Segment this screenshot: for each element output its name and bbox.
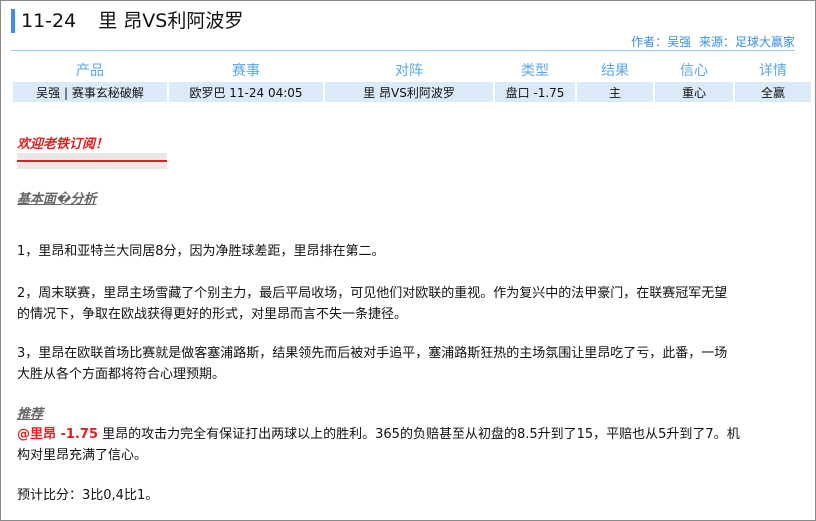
cell-matchup: 里 昂VS利阿波罗 <box>325 82 493 102</box>
paragraph-2-line-2: 的情况下，争取在欧战获得更好的形式，对里昂而言不失一条捷径。 <box>17 307 408 322</box>
header-product: 产品 <box>76 63 104 79</box>
cell-detail: 全赢 <box>735 82 811 102</box>
match-title: 里 昂VS利阿波罗 <box>98 10 244 32</box>
cell-result: 主 <box>577 82 653 102</box>
recommendation-text: 里昂的攻击力完全有保证打出两球以上的胜利。365的负赔甚至从初盘的8.5升到了1… <box>98 427 740 442</box>
article-frame: 11-24 里 昂VS利阿波罗 作者：吴强 来源：足球大赢家 产品 赛事 对阵 … <box>0 0 816 521</box>
recommend-heading: 推荐 <box>17 407 44 422</box>
predicted-score: 预计比分：3比0,4比1。 <box>17 488 159 503</box>
author-label: 作者：吴强 <box>631 35 692 49</box>
article-meta: 作者：吴强 来源：足球大赢家 <box>627 33 795 50</box>
source-label: 来源：足球大赢家 <box>698 35 795 49</box>
header-type: 类型 <box>521 63 549 79</box>
paragraph-3-line-1: 3，里昂在欧联首场比赛就是做客塞浦路斯，结果领先而后被对手追平，塞浦路斯狂热的主… <box>17 346 728 361</box>
paragraph-3-line-2: 大胜从各个方面都将符合心理预期。 <box>17 367 226 382</box>
paragraph-3: 3，里昂在欧联首场比赛就是做客塞浦路斯，结果领先而后被对手追平，塞浦路斯狂热的主… <box>17 343 797 385</box>
page-title: 11-24 里 昂VS利阿波罗 <box>11 9 243 33</box>
header-confidence: 信心 <box>680 63 708 79</box>
table-header-row: 产品 赛事 对阵 类型 结果 信心 详情 <box>13 60 811 80</box>
paragraph-2: 2，周末联赛，里昂主场雪藏了个别主力，最后平局收场，可见他们对欧联的重视。作为复… <box>17 283 797 325</box>
recommendation-paragraph: @里昂 -1.75 里昂的攻击力完全有保证打出两球以上的胜利。365的负赔甚至从… <box>17 424 797 466</box>
match-date: 11-24 <box>21 10 77 32</box>
paragraph-2-line-1: 2，周末联赛，里昂主场雪藏了个别主力，最后平局收场，可见他们对欧联的重视。作为复… <box>17 286 728 301</box>
header-detail: 详情 <box>759 63 787 79</box>
cell-type: 盘口 -1.75 <box>495 82 575 102</box>
welcome-text: 欢迎老铁订阅！ <box>17 137 109 152</box>
title-divider <box>11 50 795 51</box>
cell-product: 吴强 | 赛事玄秘破解 <box>13 82 167 102</box>
header-matchup: 对阵 <box>395 63 423 79</box>
recommendation-line-2: 构对里昂充满了信心。 <box>17 448 148 463</box>
header-event: 赛事 <box>232 63 260 79</box>
basic-analysis-heading: 基本面�分析 <box>17 192 97 207</box>
decorative-red-line <box>17 153 167 169</box>
pick-label: @里昂 -1.75 <box>17 427 98 442</box>
recommendation-line-1: @里昂 -1.75 里昂的攻击力完全有保证打出两球以上的胜利。365的负赔甚至从… <box>17 424 797 445</box>
paragraph-1: 1，里昂和亚特兰大同居8分，因为净胜球差距，里昂排在第二。 <box>17 244 385 259</box>
header-result: 结果 <box>601 63 629 79</box>
cell-confidence: 重心 <box>655 82 733 102</box>
cell-event: 欧罗巴 11-24 04:05 <box>169 82 323 102</box>
match-info-table: 产品 赛事 对阵 类型 结果 信心 详情 吴强 | 赛事玄秘破解 欧罗巴 11-… <box>11 58 813 104</box>
table-row: 吴强 | 赛事玄秘破解 欧罗巴 11-24 04:05 里 昂VS利阿波罗 盘口… <box>13 82 811 102</box>
